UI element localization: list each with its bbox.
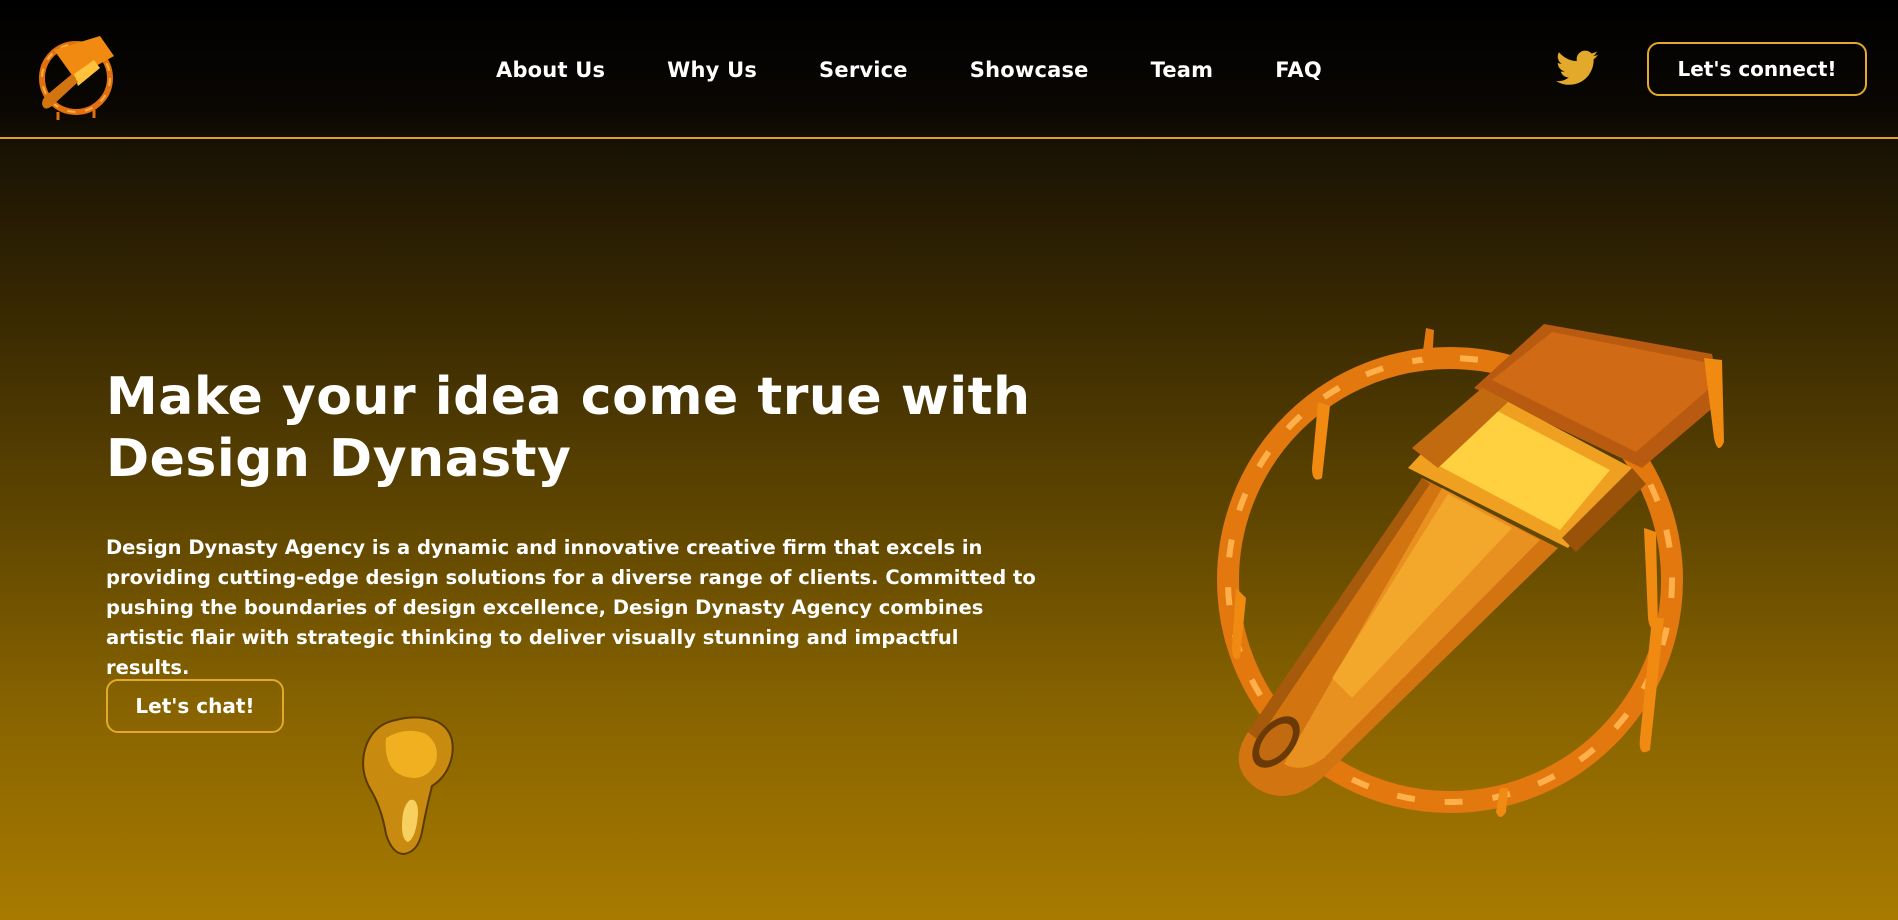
- nav-team[interactable]: Team: [1151, 52, 1214, 88]
- nav-showcase[interactable]: Showcase: [970, 52, 1089, 88]
- hero-description: Design Dynasty Agency is a dynamic and i…: [106, 536, 1036, 679]
- connect-button[interactable]: Let's connect!: [1647, 42, 1867, 96]
- nav-why-us[interactable]: Why Us: [667, 52, 757, 88]
- site-header: About Us Why Us Service Showcase Team FA…: [0, 0, 1898, 139]
- chat-button[interactable]: Let's chat!: [106, 679, 284, 733]
- main-nav: About Us Why Us Service Showcase Team FA…: [496, 52, 1322, 88]
- nav-faq[interactable]: FAQ: [1275, 52, 1322, 88]
- hero-title: Make your idea come true with Design Dyn…: [106, 367, 1031, 489]
- paintbrush-illustration: [1217, 324, 1724, 817]
- logo-icon[interactable]: [34, 30, 124, 120]
- twitter-icon[interactable]: [1556, 50, 1598, 86]
- nav-about-us[interactable]: About Us: [496, 52, 605, 88]
- nav-service[interactable]: Service: [819, 52, 908, 88]
- paint-drip-icon: [362, 716, 454, 856]
